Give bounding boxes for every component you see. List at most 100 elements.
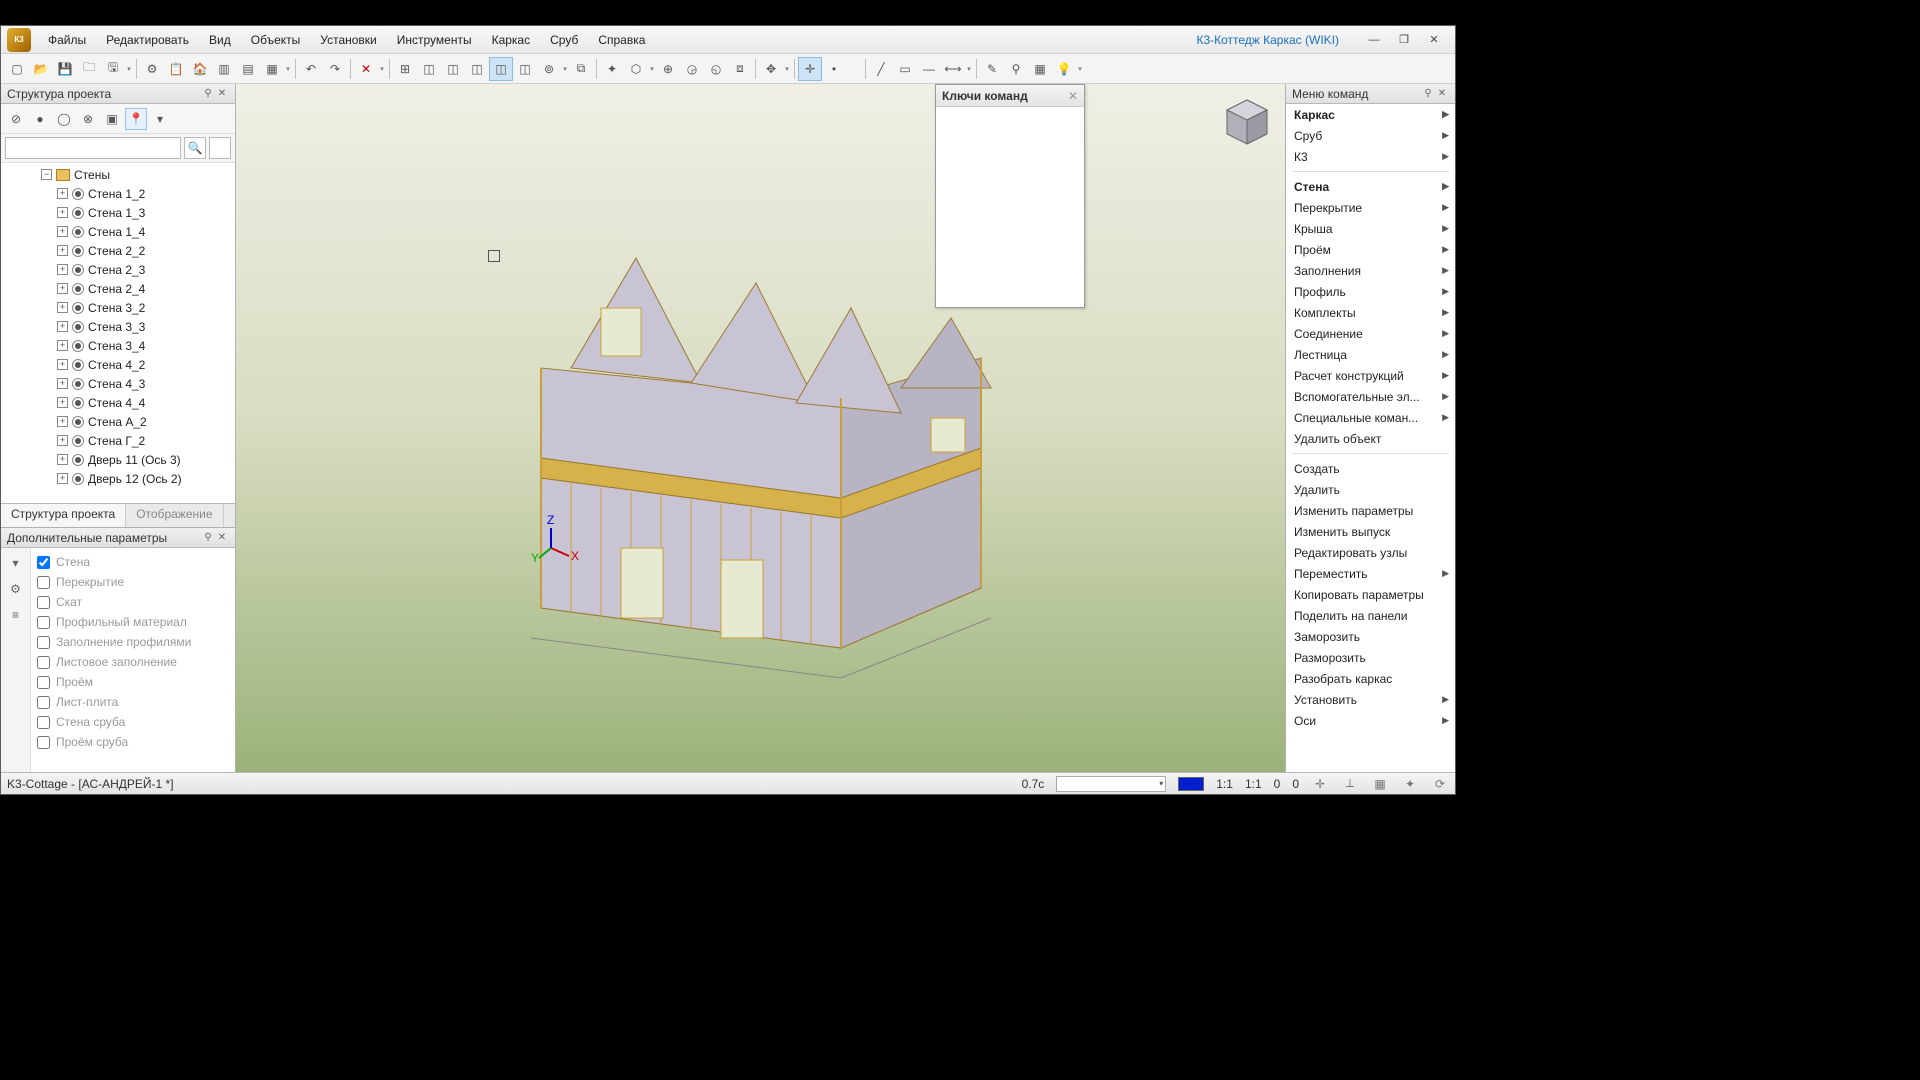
tree-item[interactable]: +Стена Г_2 [1,431,235,450]
tab-structure[interactable]: Структура проекта [1,504,126,527]
tree-item[interactable]: +Стена 3_4 [1,336,235,355]
bulb-icon[interactable]: 💡 [1052,57,1076,81]
cmd-item[interactable]: Оси▶ [1286,710,1455,731]
toolbar-dropdown-3[interactable]: ▾ [378,65,386,73]
color-swatch[interactable] [1178,777,1204,791]
tab-display[interactable]: Отображение [126,504,223,527]
point-icon[interactable]: • [822,57,846,81]
sb-icon-1[interactable]: ✛ [1311,775,1329,793]
delete-icon[interactable]: ✕ [354,57,378,81]
cmd-item[interactable]: Удалить [1286,479,1455,500]
param-checkbox[interactable] [37,696,50,709]
tool-c-icon[interactable]: ◶ [680,57,704,81]
target-icon[interactable]: ⊕ [656,57,680,81]
tool-a-icon[interactable]: ✦ [600,57,624,81]
param-row[interactable]: Перекрытие [37,572,229,592]
cmd-item[interactable]: Удалить объект [1286,428,1455,449]
save-as-icon[interactable]: 🖫 [101,57,125,81]
param-row[interactable]: Листовое заполнение [37,652,229,672]
expand-icon[interactable]: + [57,188,68,199]
hline-icon[interactable]: — [917,57,941,81]
param-checkbox[interactable] [37,596,50,609]
status-dropdown[interactable]: ▾ [1056,776,1166,792]
minimize-button[interactable]: — [1359,30,1389,50]
cmd-item[interactable]: Вспомогательные эл...▶ [1286,386,1455,407]
close-panel-icon[interactable]: ✕ [215,88,229,99]
cmd-item[interactable]: Профиль▶ [1286,281,1455,302]
sheet-icon[interactable]: ▤ [236,57,260,81]
cmd-item[interactable]: Редактировать узлы [1286,542,1455,563]
sb-icon-4[interactable]: ✦ [1401,775,1419,793]
cmd-item[interactable]: Перекрытие▶ [1286,197,1455,218]
menu-objects[interactable]: Объекты [242,30,310,50]
expand-icon[interactable]: + [57,454,68,465]
tree-item[interactable]: +Стена 2_3 [1,260,235,279]
wiki-link[interactable]: К3-Коттедж Каркас (WIKI) [1196,33,1359,47]
menu-frame[interactable]: Каркас [483,30,540,50]
cmd-item[interactable]: Разобрать каркас [1286,668,1455,689]
cmd-item[interactable]: Изменить параметры [1286,500,1455,521]
param-row[interactable]: Профильный материал [37,612,229,632]
param-row[interactable]: Лист-плита [37,692,229,712]
sb-icon-3[interactable]: ▦ [1371,775,1389,793]
view-iso4-icon[interactable]: ◫ [489,57,513,81]
tree-item[interactable]: +Стена 4_2 [1,355,235,374]
expand-icon[interactable]: + [57,264,68,275]
table-icon[interactable]: ▦ [260,57,284,81]
collapse-icon[interactable]: − [41,169,52,180]
orbit-icon[interactable]: ⊚ [537,57,561,81]
close-button[interactable]: ✕ [1419,30,1449,50]
st-btn-1[interactable]: ⊘ [5,108,27,130]
cmd-item[interactable]: Специальные коман...▶ [1286,407,1455,428]
menu-edit[interactable]: Редактировать [97,30,198,50]
menu-help[interactable]: Справка [589,30,654,50]
gear2-icon[interactable]: ⚙ [7,580,25,598]
st-btn-3[interactable]: ◯ [53,108,75,130]
param-checkbox[interactable] [37,736,50,749]
expand-icon[interactable]: + [57,416,68,427]
wand-icon[interactable]: ⚲ [1004,57,1028,81]
toolbar-dropdown-6[interactable]: ▾ [783,65,791,73]
cmd-item[interactable]: Расчет конструкций▶ [1286,365,1455,386]
cmd-item[interactable]: Изменить выпуск [1286,521,1455,542]
close-cmdkeys-icon[interactable]: ✕ [1068,89,1078,103]
search-input[interactable] [5,137,181,159]
cmd-item[interactable]: Переместить▶ [1286,563,1455,584]
expand-icon[interactable]: + [57,302,68,313]
expand-icon[interactable]: + [57,283,68,294]
toolbar-dropdown-4[interactable]: ▾ [561,65,569,73]
expand-icon[interactable]: + [57,207,68,218]
param-row[interactable]: Проём сруба [37,732,229,752]
sliders-icon[interactable]: ≡ [7,606,25,624]
tree-item[interactable]: +Дверь 12 (Ось 2) [1,469,235,488]
param-checkbox[interactable] [37,716,50,729]
tree-parent[interactable]: − Стены [1,165,235,184]
expand-icon[interactable]: + [57,378,68,389]
cmd-item[interactable]: Комплекты▶ [1286,302,1455,323]
cmd-item[interactable]: К3▶ [1286,146,1455,167]
param-checkbox[interactable] [37,556,50,569]
expand-icon[interactable]: + [57,473,68,484]
menu-files[interactable]: Файлы [39,30,95,50]
cmd-item[interactable]: Каркас▶ [1286,104,1455,125]
toolbar-dropdown-5[interactable]: ▾ [648,65,656,73]
dim-icon[interactable]: ⟷ [941,57,965,81]
maximize-button[interactable]: ❐ [1389,30,1419,50]
st-btn-2[interactable]: ● [29,108,51,130]
search-extra[interactable] [209,137,231,159]
cmd-item[interactable]: Стена▶ [1286,176,1455,197]
cmd-item[interactable]: Сруб▶ [1286,125,1455,146]
close-panel-icon[interactable]: ✕ [1435,88,1449,99]
copy-icon[interactable]: ⧉ [569,57,593,81]
3d-viewport[interactable]: X Y Z Ключи команд ✕ [236,84,1285,772]
view-front-icon[interactable]: ⊞ [393,57,417,81]
structure-tree[interactable]: − Стены +Стена 1_2+Стена 1_3+Стена 1_4+С… [1,163,235,503]
tool-d-icon[interactable]: ◵ [704,57,728,81]
expand-icon[interactable]: + [57,226,68,237]
view-iso1-icon[interactable]: ◫ [417,57,441,81]
rect-icon[interactable]: ▭ [893,57,917,81]
param-row[interactable]: Стена [37,552,229,572]
view-cube[interactable] [1221,96,1273,148]
sb-icon-5[interactable]: ⟳ [1431,775,1449,793]
expand-icon[interactable]: + [57,397,68,408]
